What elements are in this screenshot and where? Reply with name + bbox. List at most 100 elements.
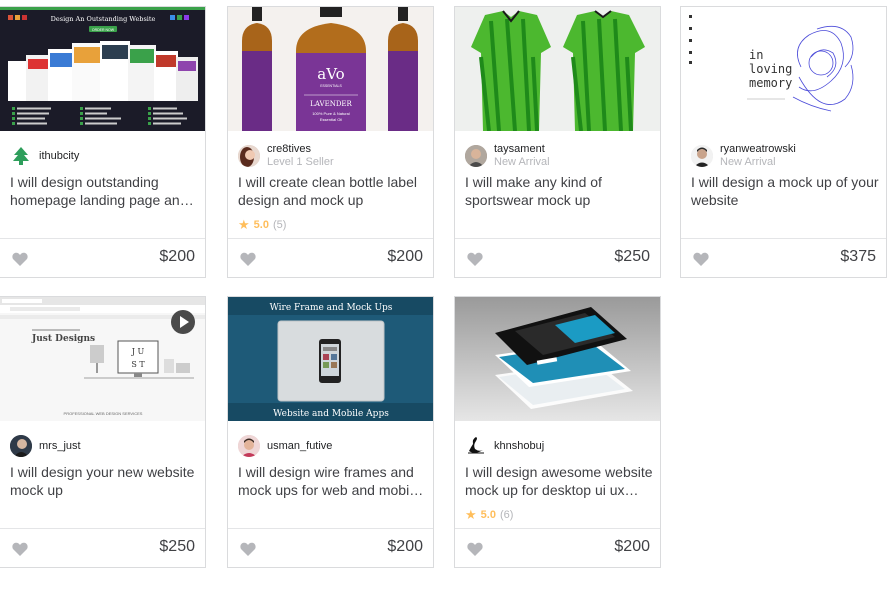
- svg-text:ORDER NOW: ORDER NOW: [92, 28, 115, 32]
- gig-thumbnail[interactable]: Wire Frame and Mock Ups Website and Mobi…: [228, 297, 433, 421]
- gig-footer: $375: [681, 238, 886, 277]
- rating-score: 5.0: [253, 219, 269, 231]
- gig-price[interactable]: $250: [159, 538, 195, 556]
- gig-card[interactable]: aVo ESSENTIALS LAVENDER 100% Pure & Natu…: [227, 6, 434, 278]
- heart-icon[interactable]: [467, 542, 483, 556]
- gig-thumbnail-image: in loving memory: [681, 7, 886, 131]
- gig-thumbnail[interactable]: [455, 297, 660, 421]
- play-icon[interactable]: [170, 309, 196, 335]
- seller-name[interactable]: cre8tives: [267, 143, 334, 156]
- gig-price[interactable]: $375: [840, 248, 876, 266]
- heart-icon[interactable]: [12, 252, 28, 266]
- gig-card[interactable]: Just Designs J U S T PROFESSIONAL WEB DE…: [0, 296, 206, 568]
- gig-rating: ★ 5.0 (5): [238, 217, 286, 233]
- heart-icon[interactable]: [12, 542, 28, 556]
- heart-icon[interactable]: [240, 542, 256, 556]
- avatar[interactable]: [238, 145, 260, 167]
- rating-count: (6): [499, 509, 514, 521]
- gig-thumbnail[interactable]: Design An Outstanding Website ORDER NOW: [0, 7, 205, 131]
- gig-footer: $250: [455, 238, 660, 277]
- svg-text:aVo: aVo: [317, 65, 344, 83]
- avatar-image: [465, 145, 487, 167]
- seller-level: New Arrival: [494, 156, 550, 168]
- rating-score: 5.0: [480, 509, 496, 521]
- gig-thumbnail[interactable]: aVo ESSENTIALS LAVENDER 100% Pure & Natu…: [228, 7, 433, 131]
- avatar[interactable]: [238, 435, 260, 457]
- seller-info: taysament New Arrival: [465, 142, 550, 170]
- svg-text:100% Pure & Natural: 100% Pure & Natural: [312, 111, 350, 116]
- gig-price[interactable]: $200: [614, 538, 650, 556]
- gig-price[interactable]: $200: [159, 248, 195, 266]
- gig-price[interactable]: $250: [614, 248, 650, 266]
- avatar[interactable]: [10, 145, 32, 167]
- svg-text:loving: loving: [749, 62, 792, 76]
- star-icon: ★: [465, 507, 477, 522]
- svg-text:Website and Mobile Apps: Website and Mobile Apps: [273, 409, 389, 419]
- gig-rating: ★ 5.0 (6): [465, 507, 513, 523]
- seller-info: ithubcity: [10, 142, 79, 170]
- gig-title[interactable]: I will design awesome website mock up fo…: [465, 463, 653, 499]
- avatar[interactable]: [465, 435, 487, 457]
- gig-price[interactable]: $200: [387, 248, 423, 266]
- avatar[interactable]: [691, 145, 713, 167]
- seller-level: New Arrival: [720, 156, 776, 168]
- seller-name[interactable]: ryanweatrowski: [720, 143, 796, 156]
- svg-text:ESSENTIALS: ESSENTIALS: [320, 84, 342, 88]
- gig-card[interactable]: in loving memory ryanweatrowski New Arri…: [680, 6, 887, 278]
- seller-name[interactable]: usman_futive: [267, 440, 332, 453]
- seller-name[interactable]: khnshobuj: [494, 440, 544, 453]
- gig-footer: $200: [228, 238, 433, 277]
- heart-icon[interactable]: [467, 252, 483, 266]
- avatar-image: [238, 435, 260, 457]
- svg-text:Just Designs: Just Designs: [31, 334, 95, 344]
- gig-thumbnail[interactable]: Just Designs J U S T PROFESSIONAL WEB DE…: [0, 297, 205, 421]
- svg-text:Essential Oil: Essential Oil: [320, 117, 342, 122]
- avatar-image: [238, 145, 260, 167]
- gig-card[interactable]: Wire Frame and Mock Ups Website and Mobi…: [227, 296, 434, 568]
- heart-icon[interactable]: [693, 252, 709, 266]
- gig-card[interactable]: taysament New Arrival I will make any ki…: [454, 6, 661, 278]
- seller-name[interactable]: taysament: [494, 143, 550, 156]
- gig-footer: $200: [228, 528, 433, 567]
- seller-info: ryanweatrowski New Arrival: [691, 142, 796, 170]
- gig-thumbnail-image: Wire Frame and Mock Ups Website and Mobi…: [228, 297, 433, 421]
- seller-info: cre8tives Level 1 Seller: [238, 142, 334, 170]
- avatar[interactable]: [465, 145, 487, 167]
- svg-text:Wire Frame and Mock Ups: Wire Frame and Mock Ups: [270, 303, 393, 313]
- gig-title[interactable]: I will design your new website mock up: [10, 463, 198, 499]
- gig-thumbnail-image: [455, 7, 660, 131]
- avatar-image: [10, 435, 32, 457]
- svg-text:LAVENDER: LAVENDER: [310, 100, 352, 108]
- avatar[interactable]: [10, 435, 32, 457]
- gig-thumbnail-image: Design An Outstanding Website ORDER NOW: [0, 7, 205, 131]
- gig-thumbnail[interactable]: in loving memory: [681, 7, 886, 131]
- gig-title[interactable]: I will design outstanding homepage landi…: [10, 173, 198, 209]
- gig-card[interactable]: Design An Outstanding Website ORDER NOW: [0, 6, 206, 278]
- svg-text:S T: S T: [131, 360, 145, 369]
- gig-price[interactable]: $200: [387, 538, 423, 556]
- gig-title[interactable]: I will create clean bottle label design …: [238, 173, 426, 209]
- gig-title[interactable]: I will design wire frames and mock ups f…: [238, 463, 426, 499]
- star-icon: ★: [238, 217, 250, 232]
- seller-name[interactable]: mrs_just: [39, 440, 81, 453]
- seller-info: usman_futive: [238, 432, 332, 460]
- rating-count: (5): [272, 219, 287, 231]
- gig-footer: $200: [455, 528, 660, 567]
- tree-logo-icon: [13, 147, 29, 165]
- seller-info: mrs_just: [10, 432, 81, 460]
- gig-title[interactable]: I will design a mock up of your website: [691, 173, 879, 209]
- seller-name[interactable]: ithubcity: [39, 150, 79, 163]
- gig-thumbnail-image: [455, 297, 660, 421]
- gig-footer: $250: [0, 528, 205, 567]
- svg-text:PROFESSIONAL WEB DESIGN SERVIC: PROFESSIONAL WEB DESIGN SERVICES: [64, 411, 143, 416]
- gig-thumbnail-image: aVo ESSENTIALS LAVENDER 100% Pure & Natu…: [228, 7, 433, 131]
- svg-text:memory: memory: [749, 76, 792, 90]
- svg-text:J U: J U: [131, 347, 145, 356]
- gig-card[interactable]: khnshobuj I will design awesome website …: [454, 296, 661, 568]
- svg-text:in: in: [749, 48, 763, 62]
- gig-title[interactable]: I will make any kind of sportswear mock …: [465, 173, 653, 209]
- heart-icon[interactable]: [240, 252, 256, 266]
- gig-thumbnail[interactable]: [455, 7, 660, 131]
- swan-logo-icon: [468, 437, 484, 454]
- seller-info: khnshobuj: [465, 432, 544, 460]
